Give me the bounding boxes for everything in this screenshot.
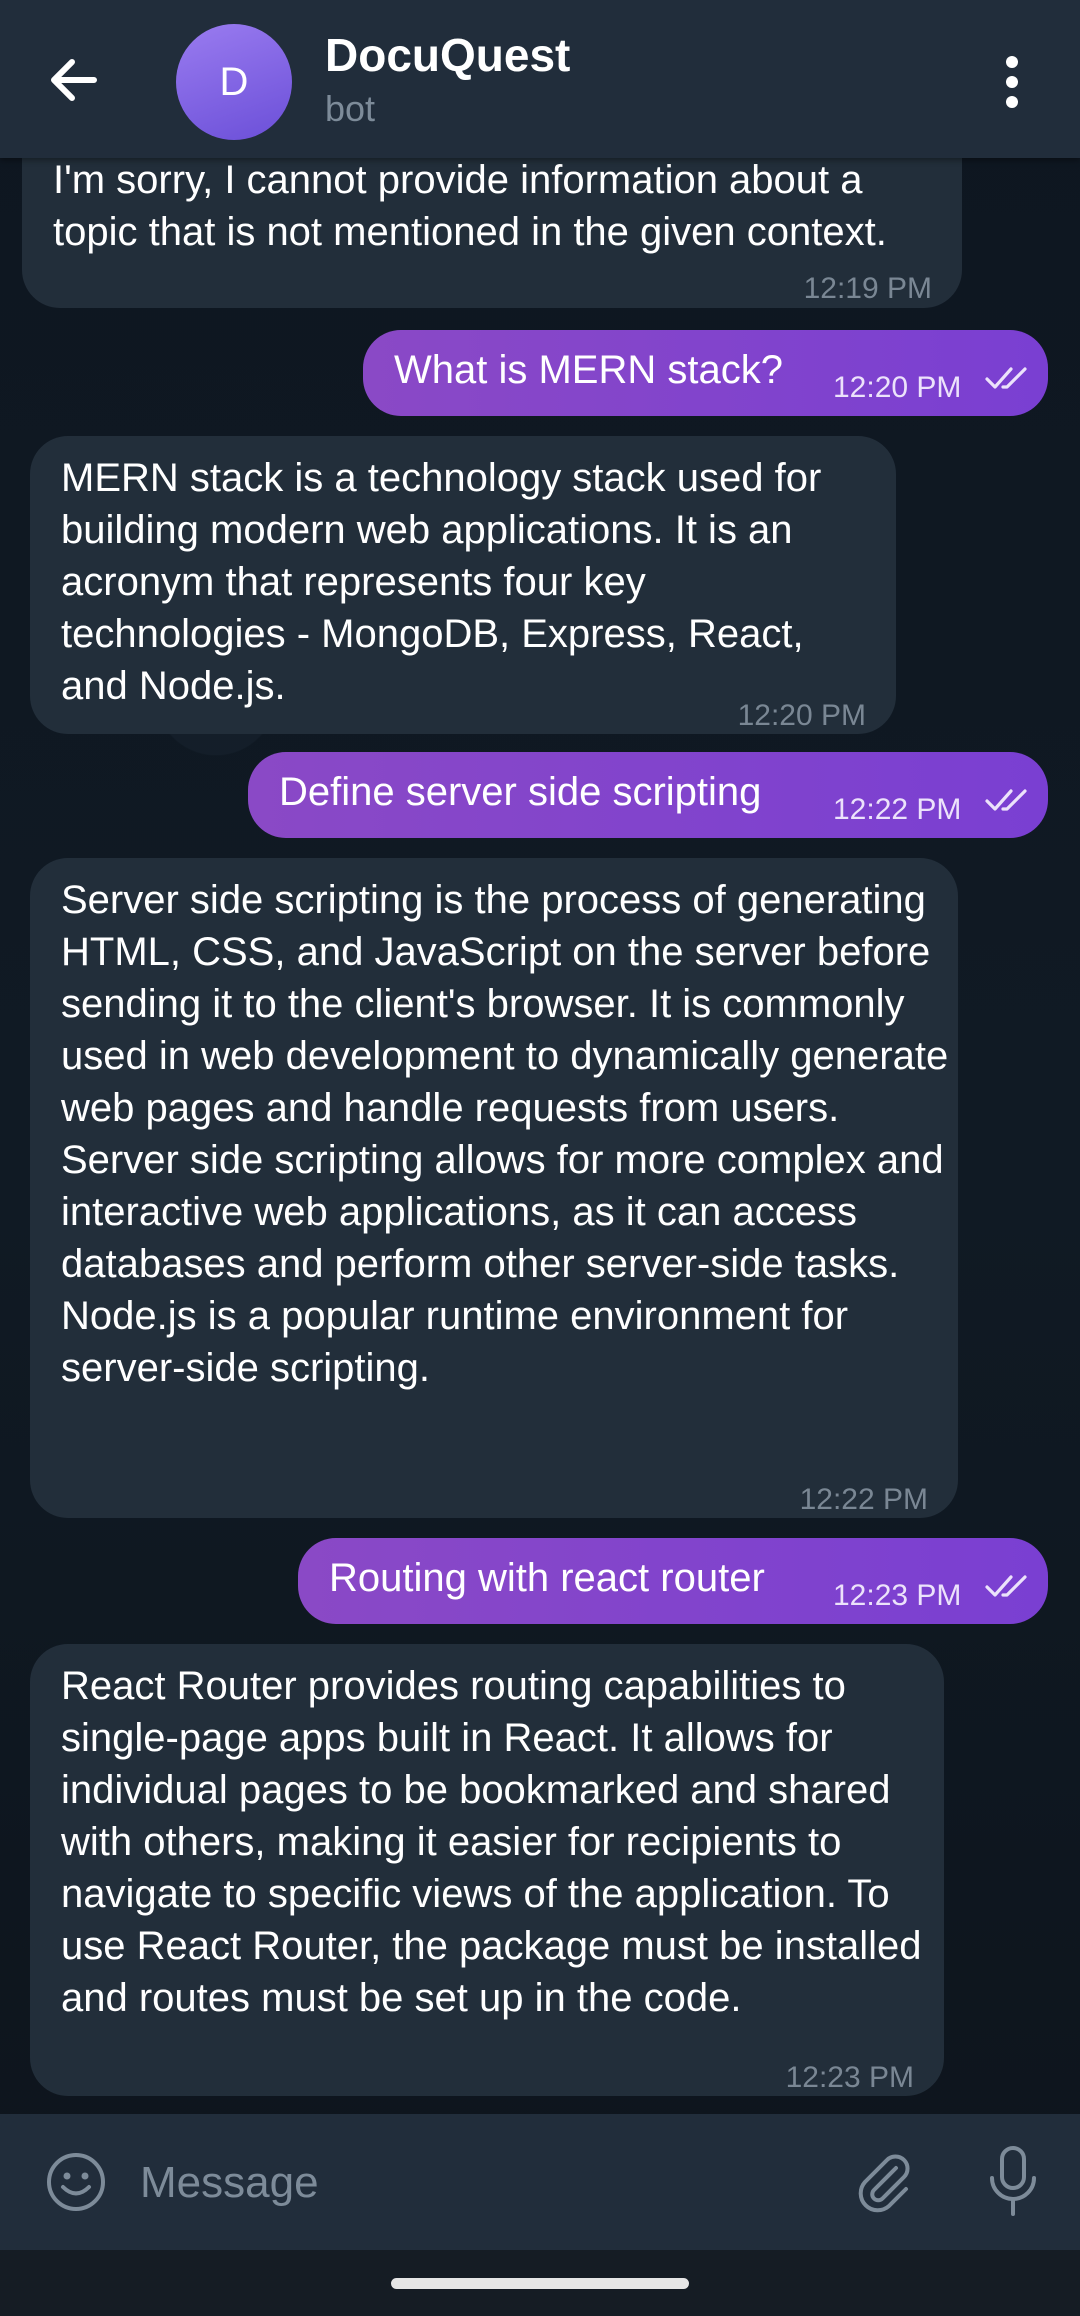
message-bubble-incoming[interactable]: I'm sorry, I cannot provide information … — [22, 158, 962, 308]
message-bubble-outgoing[interactable]: Routing with react router 12:23 PM — [298, 1538, 1048, 1624]
avatar-letter: D — [219, 59, 249, 104]
message-time: 12:22 PM — [833, 793, 962, 826]
message-time: 12:22 PM — [799, 1483, 928, 1516]
system-nav-bar — [0, 2250, 1080, 2316]
read-double-check-icon — [985, 789, 1027, 811]
message-bubble-outgoing[interactable]: Define server side scripting 12:22 PM — [248, 752, 1048, 838]
message-text: Define server side scripting — [279, 770, 762, 814]
chat-title[interactable]: DocuQuest — [325, 28, 570, 82]
read-double-check-icon — [985, 367, 1027, 389]
message-text: Routing with react router — [329, 1556, 765, 1600]
message-time: 12:20 PM — [737, 699, 866, 732]
smile-icon[interactable] — [44, 2150, 108, 2214]
message-input[interactable] — [138, 2144, 802, 2222]
back-arrow-icon[interactable] — [40, 45, 110, 115]
message-list[interactable]: I'm sorry, I cannot provide information … — [0, 158, 1080, 2114]
paperclip-icon[interactable] — [850, 2148, 918, 2216]
message-time: 12:23 PM — [785, 2061, 914, 2094]
message-text: Server side scripting is the process of … — [61, 878, 949, 1390]
message-bubble-outgoing[interactable]: What is MERN stack? 12:20 PM — [363, 330, 1048, 416]
chat-subtitle: bot — [325, 88, 376, 129]
message-bubble-incoming[interactable]: MERN stack is a technology stack used fo… — [30, 436, 896, 734]
message-bubble-incoming[interactable]: Server side scripting is the process of … — [30, 858, 958, 1518]
chat-header: D DocuQuest bot — [0, 0, 1080, 158]
message-text: MERN stack is a technology stack used fo… — [61, 456, 822, 708]
message-bubble-incoming[interactable]: React Router provides routing capabiliti… — [30, 1644, 944, 2096]
message-text: React Router provides routing capabiliti… — [61, 1664, 922, 2020]
message-text: I'm sorry, I cannot provide information … — [53, 158, 887, 254]
microphone-icon[interactable] — [985, 2144, 1041, 2220]
more-options-icon[interactable] — [992, 52, 1032, 112]
message-time: 12:19 PM — [803, 272, 932, 305]
message-composer — [0, 2114, 1080, 2250]
message-time: 12:23 PM — [833, 1579, 962, 1612]
message-text: What is MERN stack? — [394, 348, 783, 392]
home-gesture-handle[interactable] — [391, 2278, 689, 2289]
message-time: 12:20 PM — [833, 371, 962, 404]
bot-avatar[interactable]: D — [176, 24, 292, 140]
read-double-check-icon — [985, 1575, 1027, 1597]
